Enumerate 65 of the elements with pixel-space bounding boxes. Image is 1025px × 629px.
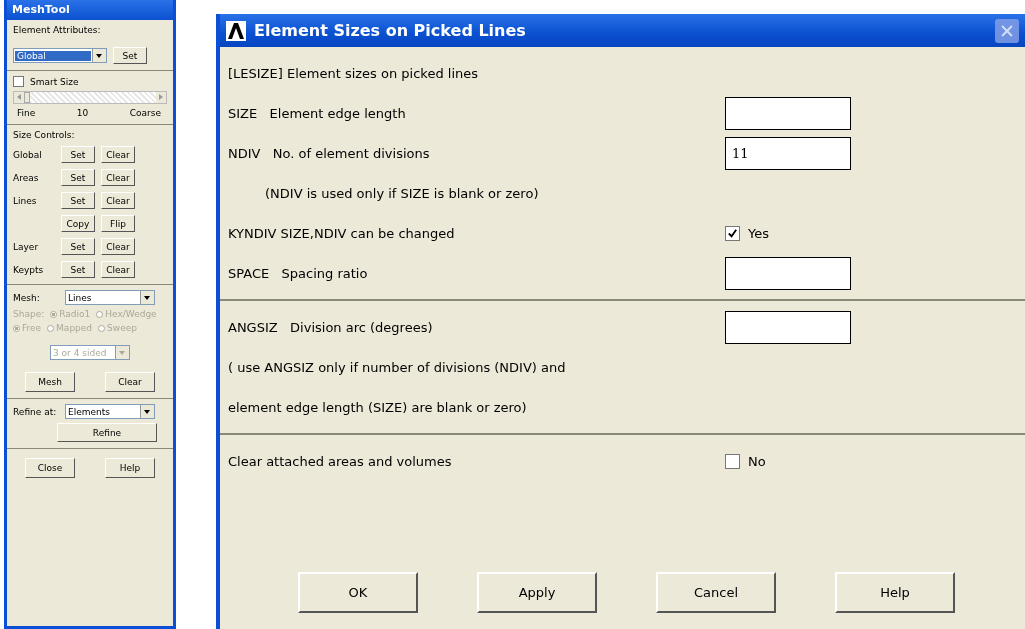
row-label: Layer — [13, 241, 39, 252]
input-field[interactable] — [725, 256, 851, 290]
size-control-button[interactable]: Copy — [61, 215, 95, 232]
parameter-label: Clear attached areas and volumes — [228, 453, 453, 469]
parameter-label: NDIV No. of element divisions — [228, 145, 431, 161]
size-control-button[interactable]: Clear — [101, 238, 135, 255]
dialog-button[interactable]: OK — [298, 572, 418, 613]
checkbox-label: No — [748, 453, 766, 469]
slider-min-label: Fine — [17, 108, 36, 118]
note-text: (NDIV is used only if SIZE is blank or zero) — [264, 185, 539, 201]
description-text: ( use ANGSIZ only if number of divisions (NDIV) and — [228, 359, 566, 375]
row-label: Areas — [13, 172, 39, 183]
input-field[interactable]: 11 — [725, 136, 851, 170]
size-control-button[interactable]: Flip — [101, 215, 135, 232]
close-icon — [1000, 23, 1014, 38]
checkbox-label: Smart Size — [30, 76, 79, 87]
dialog-button[interactable]: Apply — [477, 572, 597, 613]
row-label: Global — [13, 149, 42, 160]
logo-icon — [226, 20, 246, 41]
checkbox-label: Yes — [748, 225, 769, 241]
size-slider[interactable] — [13, 91, 167, 104]
input-field[interactable] — [725, 96, 851, 130]
size-control-button[interactable]: Clear — [101, 146, 135, 163]
set-button[interactable]: Set — [113, 47, 147, 64]
field-label: Mesh: — [13, 292, 41, 303]
row-label: Lines — [13, 195, 37, 206]
dialog-button[interactable]: Cancel — [656, 572, 776, 613]
field-label: Shape: — [13, 309, 45, 319]
panel-button[interactable]: Close — [25, 458, 75, 478]
refine-dropdown[interactable]: Elements — [65, 404, 155, 419]
refine-button[interactable]: Refine — [57, 423, 157, 442]
dialog-button[interactable]: Help — [835, 572, 955, 613]
panel-title: MeshTool — [7, 0, 173, 20]
size-control-button[interactable]: Clear — [101, 261, 135, 278]
checkbox[interactable] — [725, 453, 740, 469]
size-control-button[interactable]: Clear — [101, 169, 135, 186]
size-control-button[interactable]: Set — [61, 146, 95, 163]
field-label: Refine at: — [13, 406, 58, 417]
attributes-dropdown[interactable]: Global — [13, 48, 107, 63]
size-control-button[interactable]: Set — [61, 261, 95, 278]
size-control-button[interactable]: Set — [61, 238, 95, 255]
parameter-label: SIZE Element edge length — [228, 105, 407, 121]
slider-value: 10 — [76, 108, 89, 118]
description-text: element edge length (SIZE) are blank or zero) — [228, 399, 527, 415]
section-label: Element Attributes: — [13, 25, 102, 35]
smart-size-checkbox[interactable] — [13, 76, 24, 87]
close-button[interactable] — [995, 18, 1019, 43]
description-text: [LESIZE] Element sizes on picked lines — [228, 65, 479, 81]
checkbox[interactable] — [725, 225, 740, 241]
slider-max-label: Coarse — [129, 108, 161, 118]
caret-icon — [140, 405, 154, 418]
dialog-title: Element Sizes on Picked Lines — [254, 21, 527, 40]
parameter-label: SPACE Spacing ratio — [228, 265, 369, 281]
parameter-label: ANGSIZ Division arc (degrees) — [228, 319, 434, 335]
section-label: Size Controls: — [13, 130, 76, 140]
parameter-label: KYNDIV SIZE,NDIV can be changed — [228, 225, 456, 241]
caret-icon — [115, 346, 129, 359]
input-field[interactable] — [725, 310, 851, 344]
size-control-button[interactable]: Set — [61, 169, 95, 186]
caret-icon — [140, 291, 154, 304]
size-control-button[interactable]: Set — [61, 192, 95, 209]
size-control-button[interactable]: Clear — [101, 192, 135, 209]
row-label: Keypts — [13, 264, 44, 275]
caret-icon — [92, 49, 106, 62]
panel-button[interactable]: Help — [105, 458, 155, 478]
